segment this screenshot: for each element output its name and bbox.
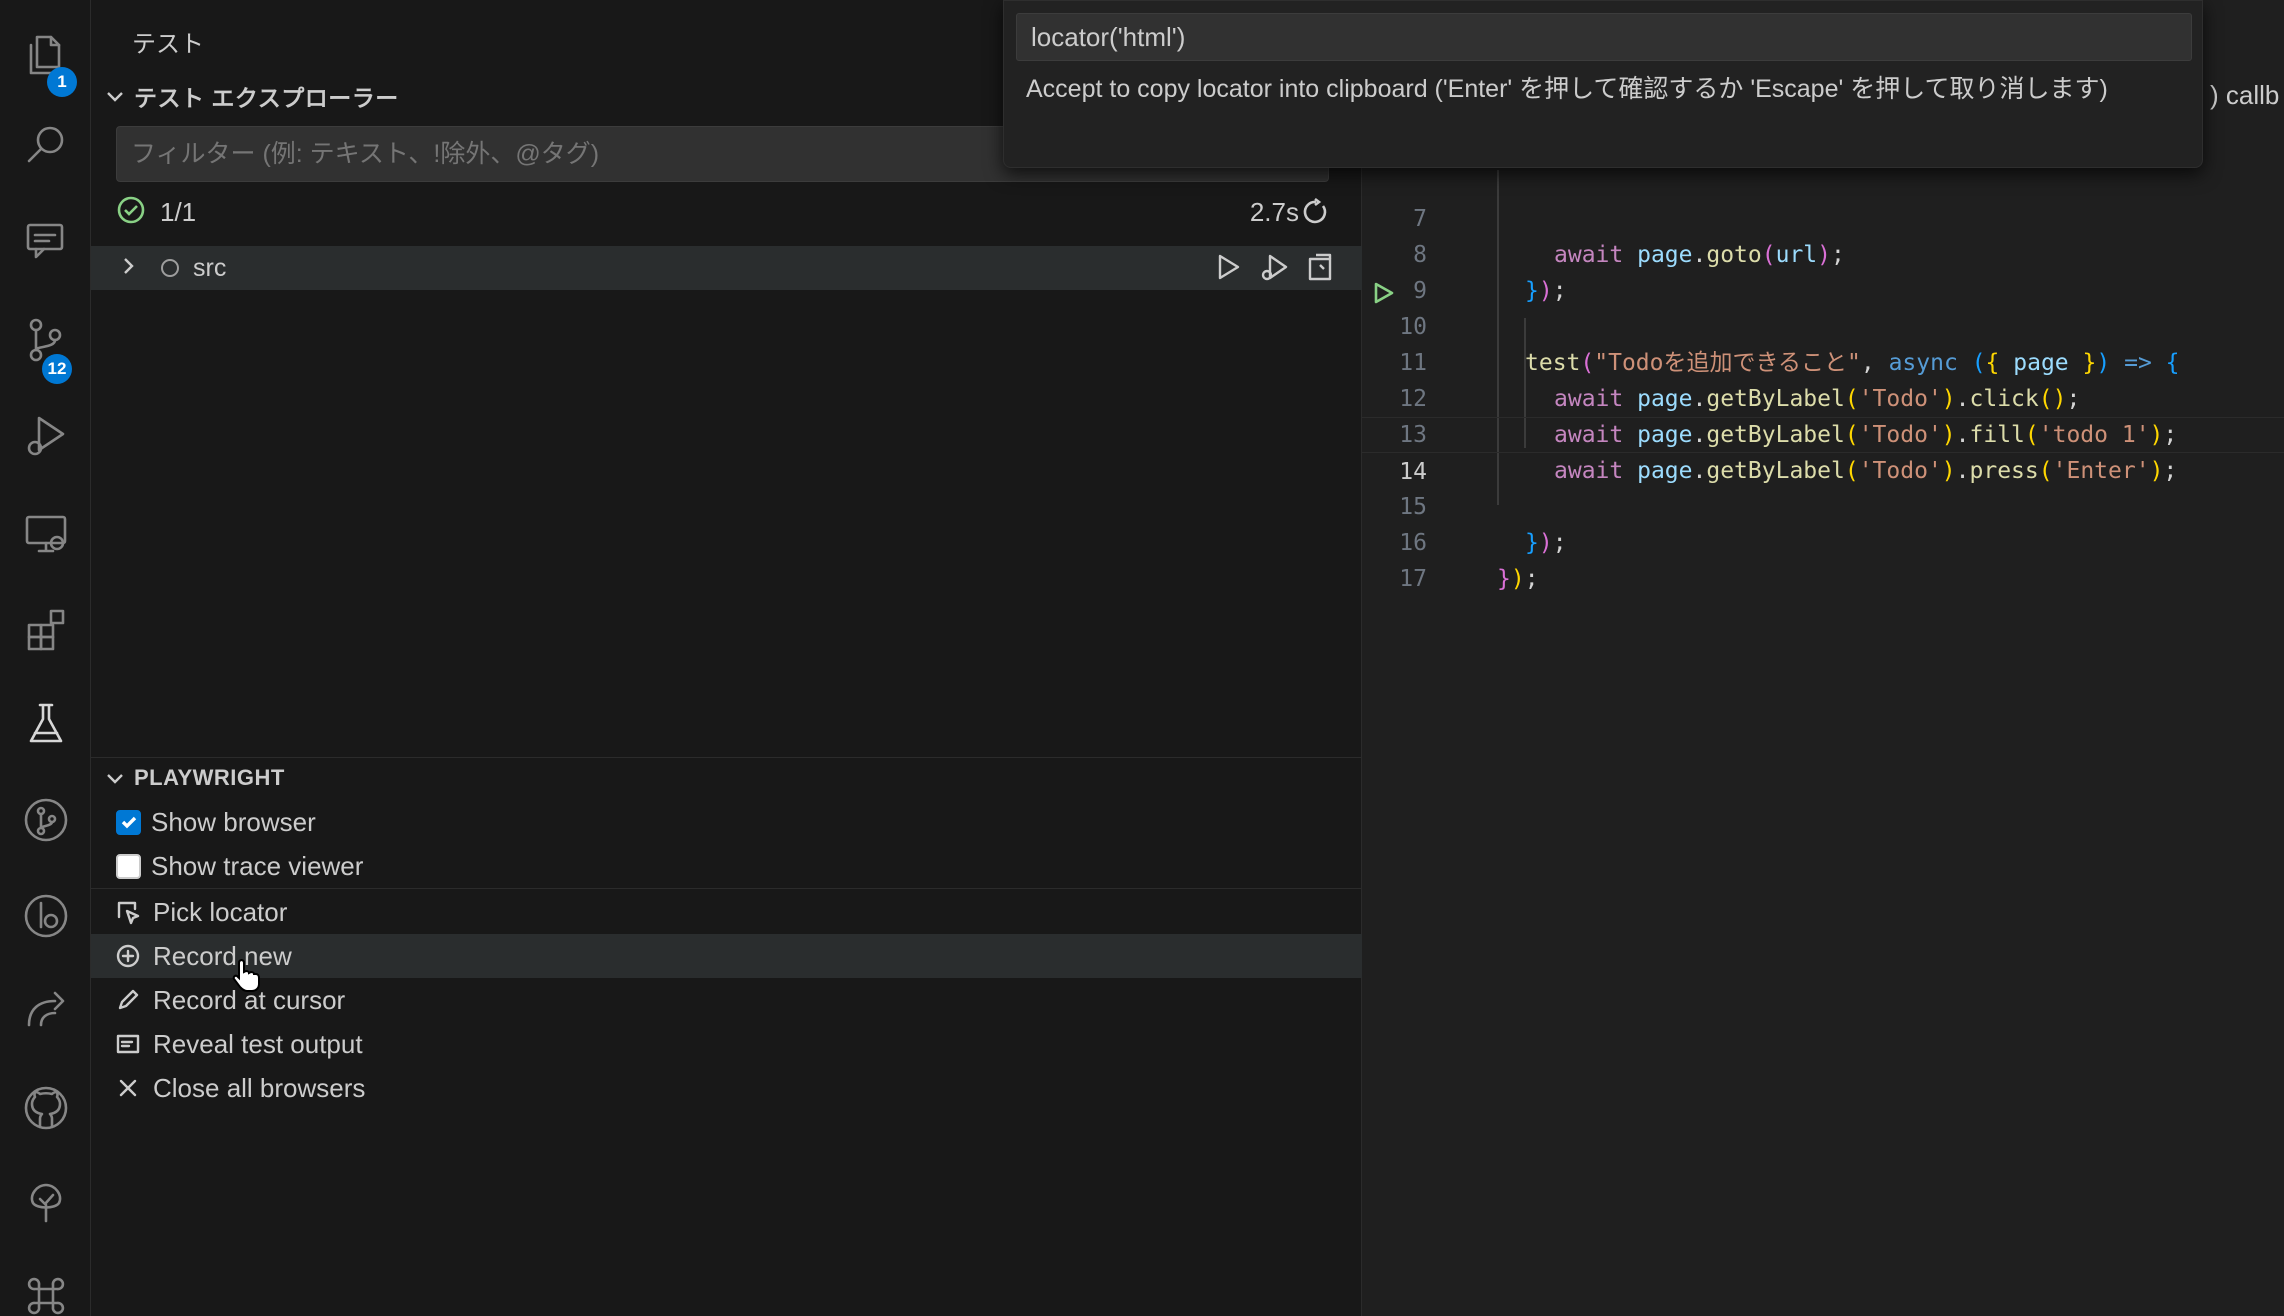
test-item-label: src <box>193 253 227 282</box>
code-line: 8 }); <box>1362 201 2284 304</box>
playwright-divider <box>91 888 1362 889</box>
hand-cursor-icon <box>232 959 260 992</box>
code-line: 11 await page.getByLabel('Todo').click()… <box>1362 309 2284 412</box>
show-browser-checkbox[interactable] <box>116 809 141 835</box>
record-new-label: Record new <box>153 940 292 971</box>
close-all-browsers-label: Close all browsers <box>153 1072 366 1103</box>
playwright-header[interactable]: PLAYWRIGHT <box>91 758 1362 798</box>
live-share-icon[interactable] <box>0 970 91 1050</box>
show-trace-viewer-label: Show trace viewer <box>151 850 364 881</box>
reveal-test-output-button[interactable]: Reveal test output <box>91 1022 1362 1066</box>
test-explorer-title: テスト エクスプローラー <box>134 85 399 111</box>
code-line: 16 }); <box>1362 489 2284 592</box>
debug-test-icon[interactable] <box>1258 251 1290 288</box>
pick-locator-button[interactable]: Pick locator <box>91 890 1362 934</box>
run-test-icon[interactable] <box>1212 251 1244 288</box>
code-line: 9 <box>1362 237 2284 304</box>
quick-pick-message: Accept to copy locator into clipboard ('… <box>1026 75 2108 103</box>
close-all-browsers-button[interactable]: Close all browsers <box>91 1066 1362 1110</box>
testing-icon[interactable] <box>0 684 91 764</box>
chevron-down-icon <box>100 81 130 111</box>
source-control-badge: 12 <box>42 354 72 384</box>
code-line: 12 await page.getByLabel('Todo').fill('t… <box>1362 345 2284 448</box>
show-browser-label: Show browser <box>151 806 316 837</box>
passed-check-icon <box>116 195 146 230</box>
not-run-status-icon <box>161 259 179 277</box>
test-item-actions <box>1212 251 1336 288</box>
explorer-badge: 1 <box>47 67 77 97</box>
playwright-title: PLAYWRIGHT <box>134 765 285 790</box>
pick-locator-icon <box>113 897 143 927</box>
run-debug-icon[interactable] <box>0 395 91 475</box>
code-line: 17 <box>1362 525 2284 592</box>
code-line: 10 test("Todoを追加できること", async ({ page })… <box>1362 273 2284 376</box>
chevron-down-icon <box>100 763 130 793</box>
reveal-test-output-label: Reveal test output <box>153 1028 363 1059</box>
code-line: 7 await page.goto(url); <box>1362 165 2284 268</box>
close-icon <box>113 1073 143 1103</box>
sidebar-title: テスト <box>132 31 204 58</box>
git-graph-icon[interactable] <box>0 780 91 860</box>
current-code-line: 14 <box>1362 417 2284 485</box>
chat-icon[interactable] <box>0 200 91 280</box>
chevron-right-icon[interactable] <box>117 255 143 281</box>
search-icon[interactable] <box>0 104 91 184</box>
show-trace-viewer-option[interactable]: Show trace viewer <box>91 844 1362 888</box>
activity-bar: 1 12 <box>0 0 91 1316</box>
code-line: 13 await page.getByLabel('Todo').press('… <box>1362 381 2284 484</box>
locator-quick-pick: locator('html') Accept to copy locator i… <box>1003 0 2203 168</box>
code-editor[interactable]: 7 await page.goto(url); 8 }); 9 10 test(… <box>1362 0 2284 1316</box>
test-count: 1/1 <box>160 196 197 227</box>
obscured-code-text: ) callb <box>2210 80 2280 110</box>
test-tree-item[interactable]: src <box>91 246 1362 290</box>
show-trace-viewer-checkbox[interactable] <box>116 853 141 879</box>
output-icon <box>113 1029 143 1059</box>
git-lens-icon[interactable] <box>0 876 91 956</box>
pencil-icon <box>113 985 143 1015</box>
code-line: 15 }); <box>1362 453 2284 556</box>
rerun-icon[interactable] <box>1301 197 1329 231</box>
tree-icon[interactable] <box>0 1162 91 1242</box>
explorer-icon[interactable]: 1 <box>0 14 91 97</box>
locator-input[interactable]: locator('html') <box>1016 13 2192 61</box>
extensions-icon[interactable] <box>0 590 91 670</box>
go-to-test-icon[interactable] <box>1304 251 1336 288</box>
command-icon[interactable] <box>0 1256 91 1316</box>
line-number: 17 <box>1399 566 1427 592</box>
record-new-icon <box>113 941 143 971</box>
test-sidebar: テスト テスト エクスプローラー 1/1 2.7s src PLAYWRIGHT… <box>91 0 1362 1316</box>
source-control-icon[interactable]: 12 <box>0 300 91 384</box>
test-duration: 2.7s <box>1249 196 1299 227</box>
github-icon[interactable] <box>0 1068 91 1148</box>
pick-locator-label: Pick locator <box>153 896 288 927</box>
record-at-cursor-button[interactable]: Record at cursor <box>91 978 1362 1022</box>
test-summary: 1/1 2.7s <box>116 192 1329 232</box>
remote-explorer-icon[interactable] <box>0 494 91 574</box>
show-browser-option[interactable]: Show browser <box>91 800 1362 844</box>
record-new-button[interactable]: Record new <box>91 934 1362 978</box>
